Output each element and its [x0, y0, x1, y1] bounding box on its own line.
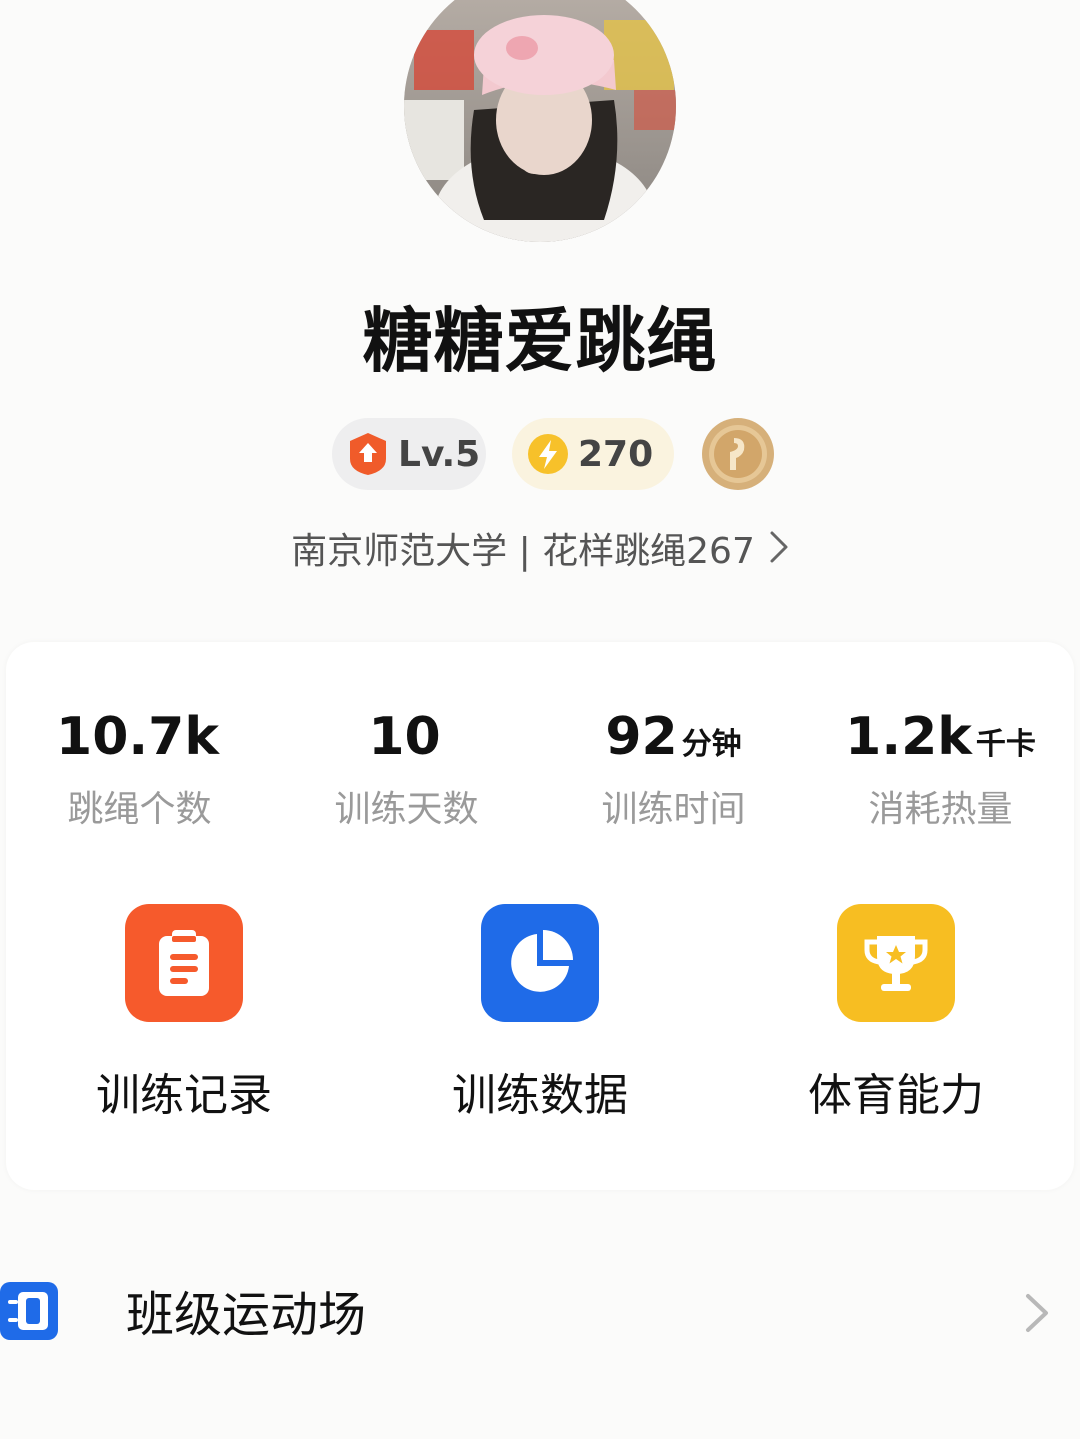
- stat-training-time[interactable]: 92 分钟 训练时间: [540, 702, 807, 840]
- stat-label: 跳绳个数: [67, 789, 212, 830]
- tool-label: 体育能力: [808, 1070, 984, 1121]
- energy-badge[interactable]: 270: [512, 418, 674, 490]
- stat-calories[interactable]: 1.2k 千卡 消耗热量: [807, 702, 1074, 840]
- tool-label: 训练记录: [96, 1070, 272, 1121]
- stat-label: 消耗热量: [868, 789, 1013, 830]
- tool-label: 训练数据: [452, 1070, 628, 1121]
- stat-value: 92 分钟: [605, 707, 742, 767]
- stat-value: 1.2k 千卡: [845, 707, 1036, 767]
- training-data-button[interactable]: 训练数据: [362, 904, 718, 1126]
- username: 糖糖爱跳绳: [362, 300, 718, 382]
- chevron-right-icon: [1024, 1292, 1050, 1338]
- school-link[interactable]: 南京师范大学 | 花样跳绳267: [0, 524, 1080, 581]
- level-label: Lv.5: [398, 433, 481, 475]
- stat-training-days[interactable]: 10 训练天数: [273, 702, 540, 840]
- energy-value: 270: [578, 433, 654, 475]
- medal-icon[interactable]: [700, 416, 776, 492]
- sports-ability-button[interactable]: 体育能力: [718, 904, 1074, 1126]
- notebook-icon: [0, 1280, 60, 1346]
- class-playground-row[interactable]: 班级运动场: [0, 1262, 1080, 1366]
- chevron-right-icon: [769, 525, 789, 581]
- level-shield-icon: [346, 431, 390, 477]
- school-text: 南京师范大学 | 花样跳绳267: [291, 531, 755, 572]
- stat-label: 训练时间: [601, 789, 746, 830]
- stat-jump-count[interactable]: 10.7k 跳绳个数: [6, 702, 273, 840]
- level-badge[interactable]: Lv.5: [332, 418, 486, 490]
- stat-value: 10: [368, 707, 441, 767]
- stats-card: 10.7k 跳绳个数 10 训练天数 92 分钟 训练时间 1.2k 千卡 消耗热量…: [6, 642, 1074, 1190]
- badges-row: Lv.5 270: [0, 418, 1080, 490]
- lightning-icon: [526, 432, 570, 476]
- stat-value: 10.7k: [56, 707, 219, 767]
- training-records-button[interactable]: 训练记录: [6, 904, 362, 1126]
- clipboard-icon: [125, 904, 243, 1022]
- trophy-icon: [837, 904, 955, 1022]
- stat-label: 训练天数: [334, 789, 479, 830]
- class-playground-label: 班级运动场: [126, 1287, 367, 1343]
- avatar[interactable]: [404, 0, 676, 242]
- pie-chart-icon: [481, 904, 599, 1022]
